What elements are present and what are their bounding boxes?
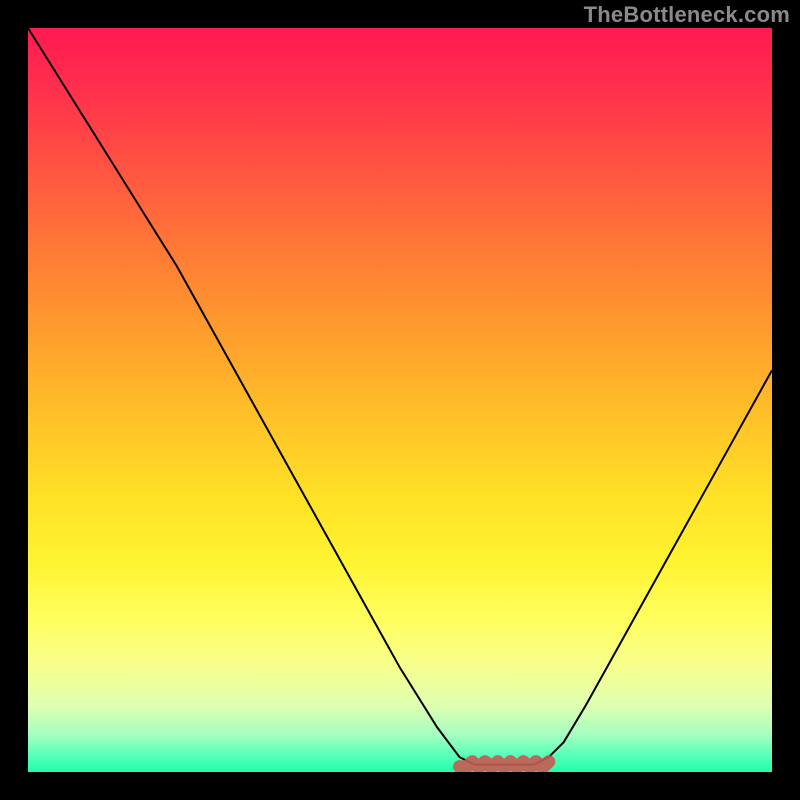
plot-area (28, 28, 772, 772)
valley-marker (460, 762, 549, 768)
curve-layer (28, 28, 772, 772)
watermark-text: TheBottleneck.com (584, 2, 790, 28)
bottleneck-curve (28, 28, 772, 765)
chart-frame: TheBottleneck.com (0, 0, 800, 800)
